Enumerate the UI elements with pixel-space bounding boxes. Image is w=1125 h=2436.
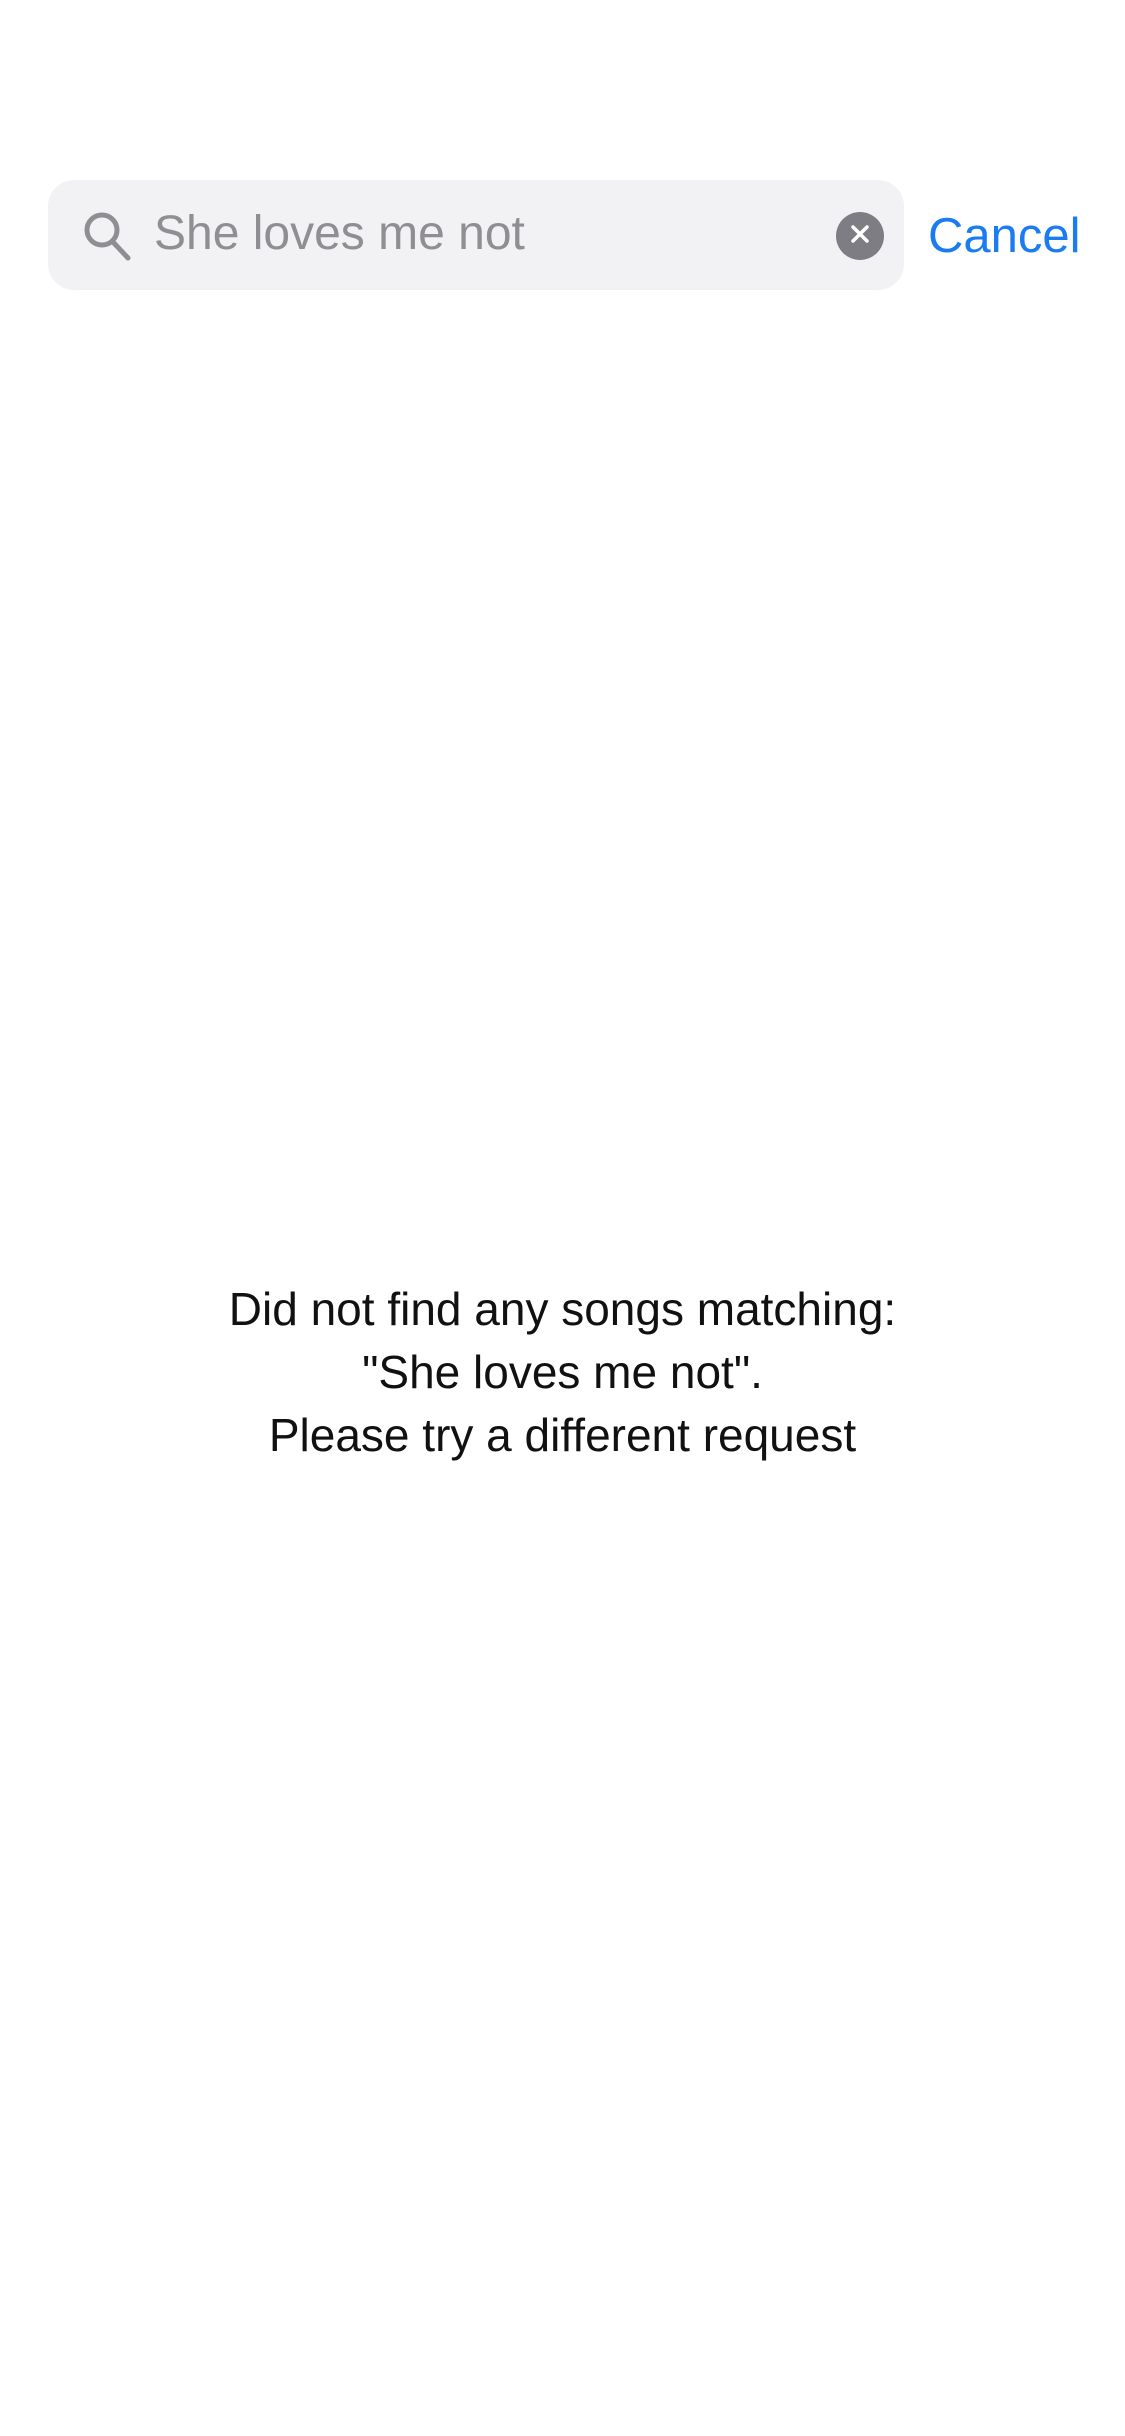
empty-state-line-1: Did not find any songs matching: [228, 1283, 897, 1335]
search-field[interactable]: She loves me not [48, 180, 904, 290]
empty-state-line-3: Please try a different request [268, 1409, 857, 1461]
search-screen: She loves me not Cancel Did not find any… [0, 0, 1125, 2436]
clear-search-button[interactable] [836, 212, 884, 260]
empty-state-message: Did not find any songs matching: "She lo… [0, 1278, 1125, 1467]
empty-state-line-2: "She loves me not". [362, 1346, 763, 1398]
cancel-button[interactable]: Cancel [928, 202, 1081, 270]
clear-icon [850, 224, 870, 249]
search-bar-row: She loves me not Cancel [48, 180, 1081, 290]
search-input[interactable]: She loves me not [154, 202, 525, 266]
search-icon [82, 210, 132, 262]
